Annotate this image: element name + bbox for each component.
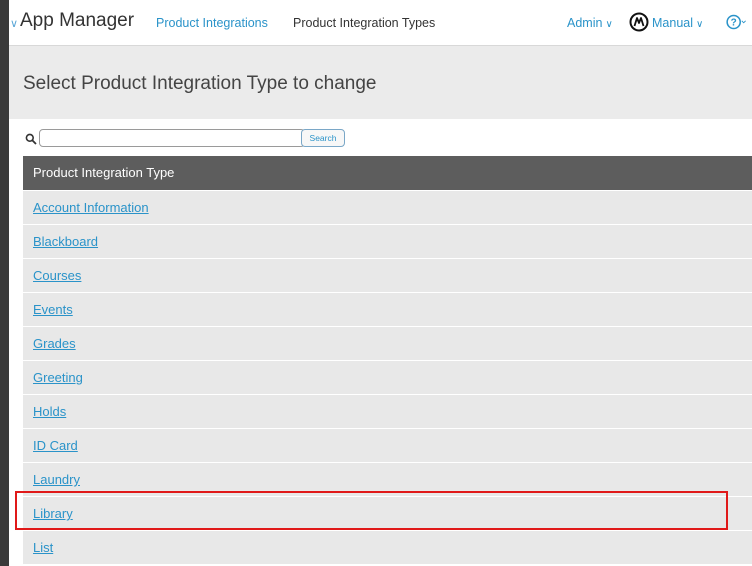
breadcrumb-product-integrations[interactable]: Product Integrations [156, 16, 268, 30]
integration-type-link[interactable]: ID Card [33, 438, 78, 453]
app-title: App Manager [20, 10, 135, 31]
table-row: Blackboard [23, 224, 752, 258]
top-navigation-bar: ∨ App Manager Product Integrations Produ… [9, 0, 752, 46]
integration-type-link[interactable]: Laundry [33, 472, 80, 487]
table-row: Laundry [23, 462, 752, 496]
integration-type-link[interactable]: Courses [33, 268, 81, 283]
search-icon [25, 133, 37, 145]
chevron-down-icon: ∨ [696, 19, 704, 30]
chevron-down-icon: ∨ [605, 19, 613, 30]
integration-type-link[interactable]: Grades [33, 336, 76, 351]
integration-types-table: Product Integration Type Account Informa… [23, 156, 752, 564]
admin-menu[interactable]: Admin ∨ [567, 16, 613, 30]
integration-type-link[interactable]: Greeting [33, 370, 83, 385]
manual-menu[interactable]: Manual ∨ [652, 16, 703, 30]
svg-text:?: ? [731, 17, 737, 28]
search-input[interactable] [39, 129, 305, 147]
table-row: Holds [23, 394, 752, 428]
table-body: Account Information Blackboard Courses Even… [23, 190, 752, 564]
manual-logo-icon[interactable] [629, 12, 649, 32]
table-row: Courses [23, 258, 752, 292]
table-row: Greeting [23, 360, 752, 394]
table-row: ID Card [23, 428, 752, 462]
integration-type-link[interactable]: Blackboard [33, 234, 98, 249]
question-circle-icon[interactable]: ? [726, 12, 746, 32]
table-column-header[interactable]: Product Integration Type [23, 156, 752, 190]
app-window: ∨ App Manager Product Integrations Produ… [9, 0, 752, 566]
integration-type-link[interactable]: Library [33, 506, 73, 521]
table-row: Grades [23, 326, 752, 360]
page-title: Select Product Integration Type to chang… [23, 73, 377, 94]
table-row: List [23, 530, 752, 564]
table-row: Events [23, 292, 752, 326]
breadcrumb-current-page: Product Integration Types [293, 16, 436, 30]
nav-toggle-chevron-icon[interactable]: ∨ [10, 17, 18, 30]
page-header: Select Product Integration Type to chang… [9, 46, 752, 119]
admin-menu-label: Admin [567, 16, 603, 30]
table-row: Account Information [23, 190, 752, 224]
integration-type-link[interactable]: Account Information [33, 200, 149, 215]
integration-type-link[interactable]: List [33, 540, 53, 555]
integration-type-link[interactable]: Events [33, 302, 73, 317]
manual-menu-label: Manual [652, 16, 693, 30]
integration-type-link[interactable]: Holds [33, 404, 66, 419]
table-row: Library [23, 496, 752, 530]
search-button[interactable]: Search [301, 129, 345, 147]
